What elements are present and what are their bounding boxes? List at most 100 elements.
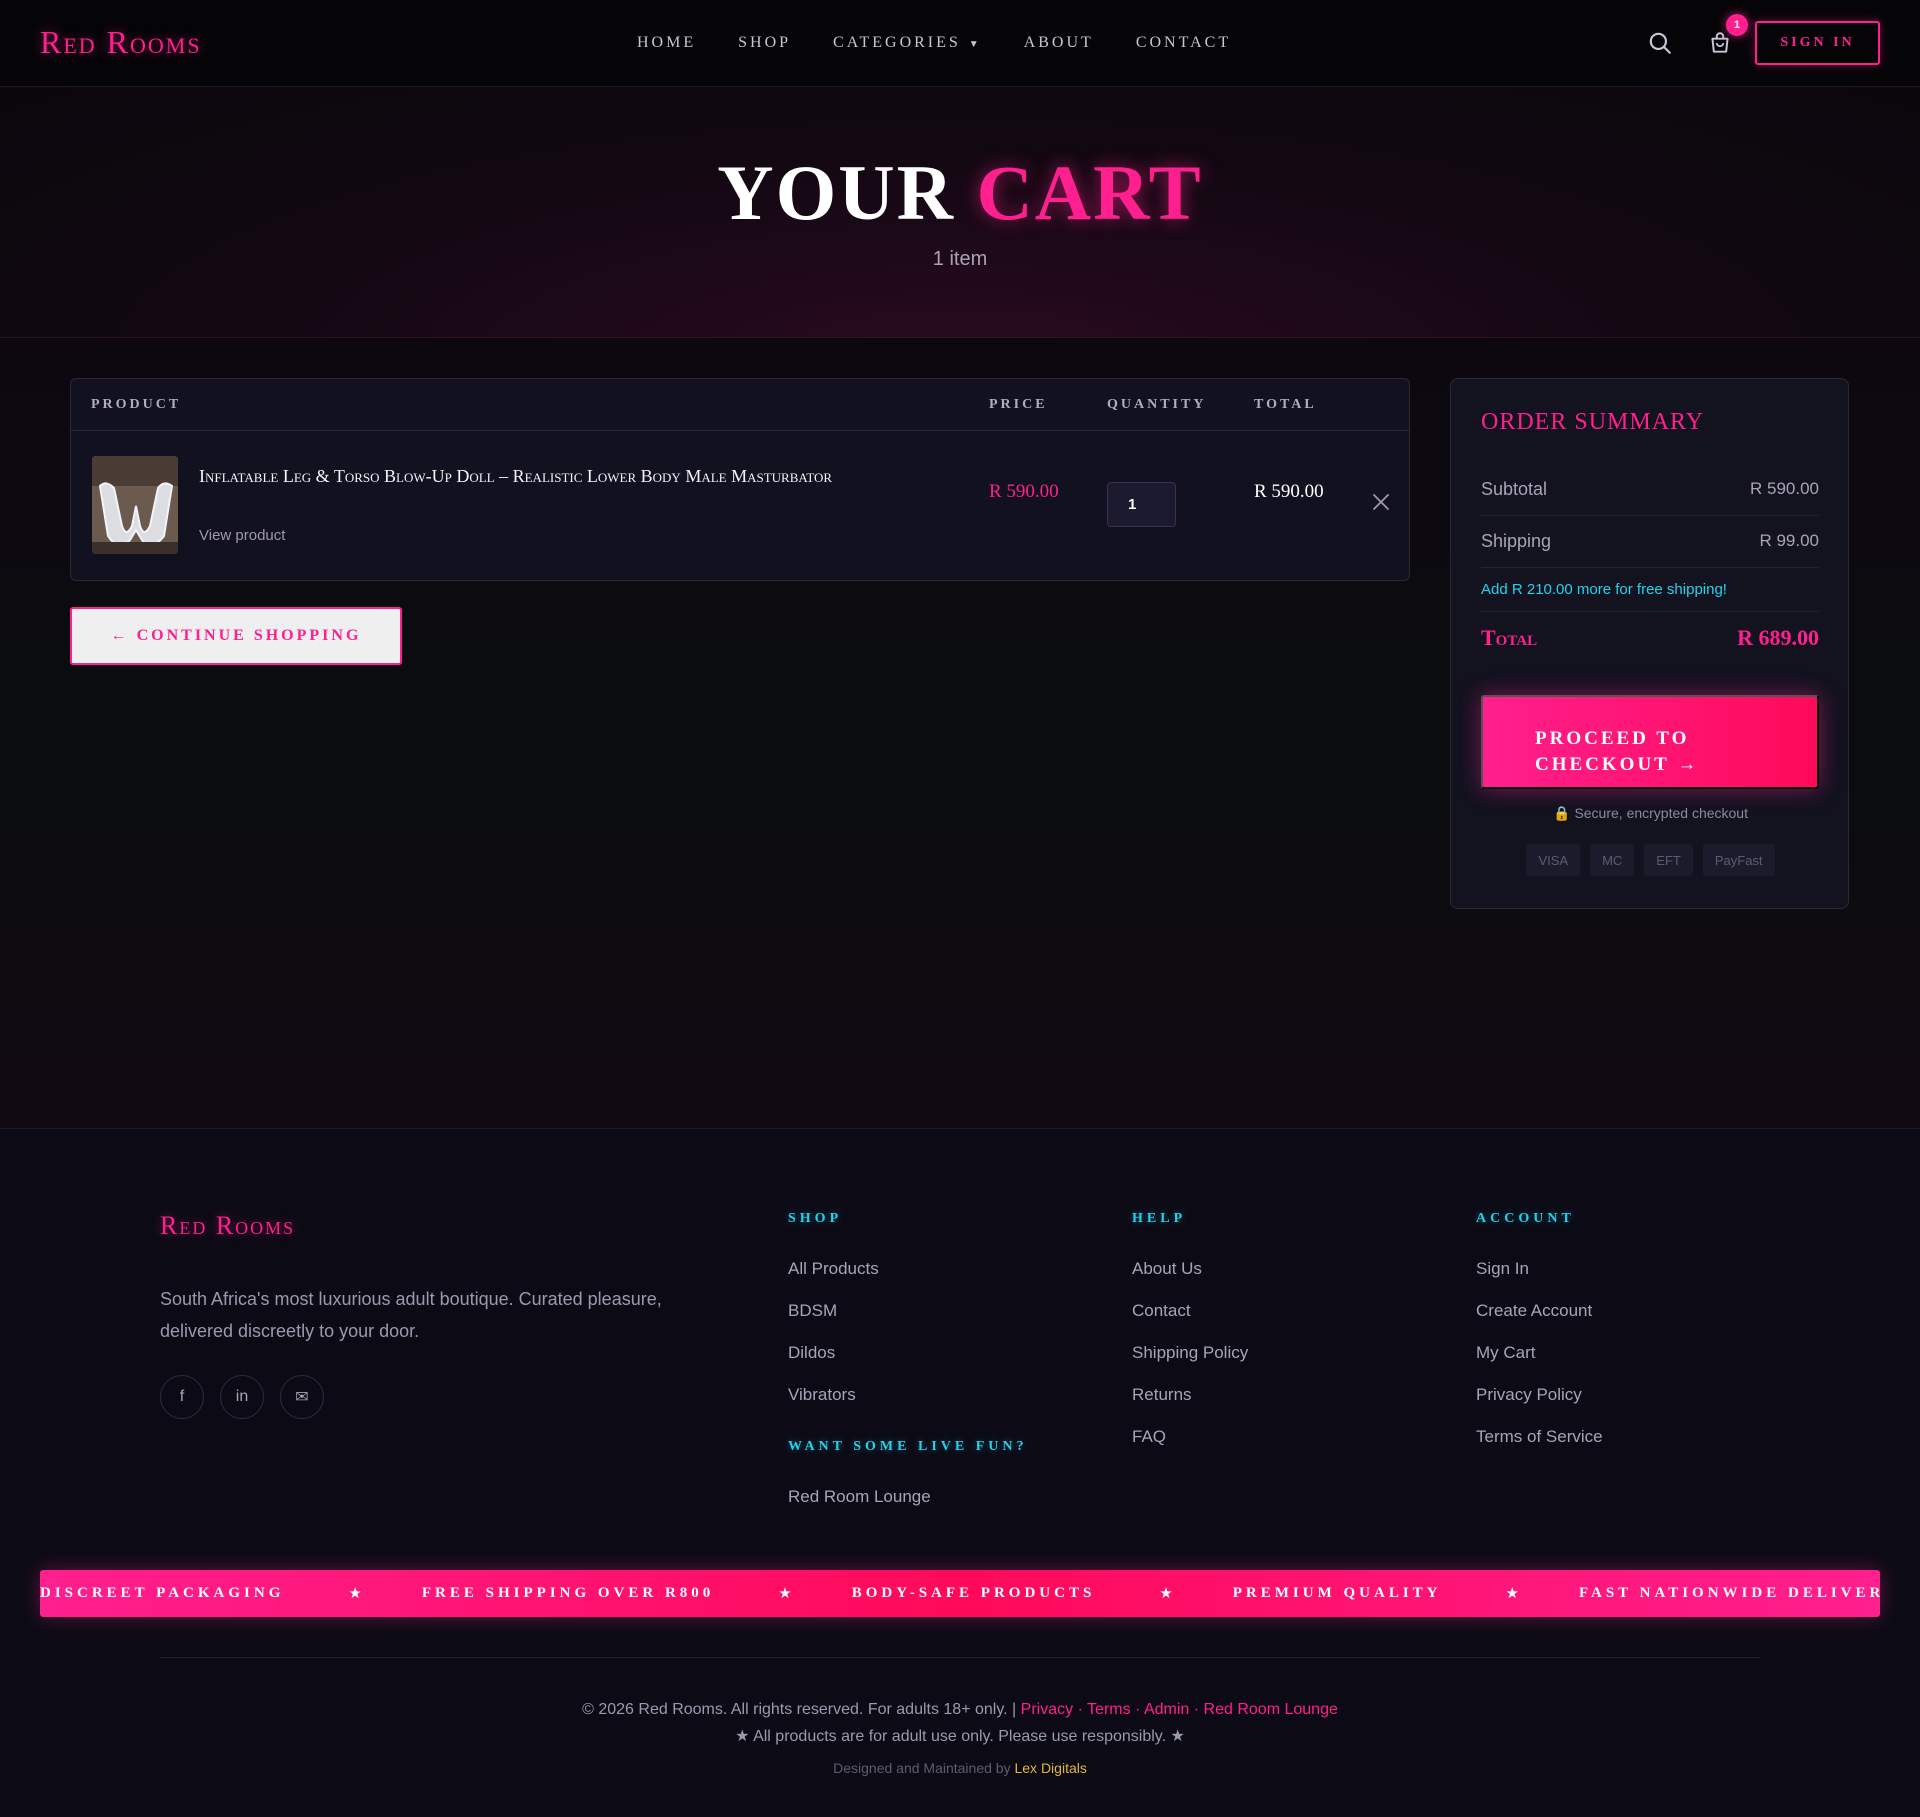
page-title: YOUR CART xyxy=(0,148,1920,238)
footer-heading-help: HELP xyxy=(1132,1211,1187,1226)
lock-icon: 🔒 xyxy=(1553,805,1571,821)
order-summary: Order Summary Subtotal R 590.00 Shipping… xyxy=(1450,378,1849,909)
footer-heading-account: ACCOUNT xyxy=(1476,1211,1575,1226)
payment-badge-eft: EFT xyxy=(1644,844,1693,876)
marquee-item: PREMIUM QUALITY xyxy=(1232,1584,1442,1601)
email-icon[interactable]: ✉ xyxy=(280,1375,324,1419)
linkedin-icon[interactable]: in xyxy=(220,1375,264,1419)
footer-link-privacy-policy[interactable]: Privacy Policy xyxy=(1476,1385,1582,1405)
marquee-item: BODY-SAFE PRODUCTS xyxy=(851,1584,1096,1601)
footer-link-all-products[interactable]: All Products xyxy=(788,1259,879,1279)
subtotal-label: Subtotal xyxy=(1481,479,1548,499)
footer-link-create-account[interactable]: Create Account xyxy=(1476,1301,1592,1321)
quantity-input[interactable] xyxy=(1107,482,1176,527)
footer-link-bdsm[interactable]: BDSM xyxy=(788,1301,837,1321)
sign-in-button[interactable]: SIGN IN xyxy=(1755,21,1880,65)
footer-link-sign-in[interactable]: Sign In xyxy=(1476,1259,1529,1279)
cart-main: PRODUCT PRICE QUANTITY TOTAL Inflatable … xyxy=(0,338,1920,1128)
shipping-value: R 99.00 xyxy=(1759,531,1819,550)
order-summary-title: Order Summary xyxy=(1481,409,1705,435)
copyright-text: © 2026 Red Rooms. All rights reserved. F… xyxy=(582,1701,1017,1718)
nav-home[interactable]: HOME xyxy=(637,34,696,52)
footer-link-my-cart[interactable]: My Cart xyxy=(1476,1343,1536,1363)
page-hero: YOUR CART 1 item xyxy=(0,88,1920,338)
footer-logo[interactable]: Red Rooms xyxy=(160,1211,295,1241)
designed-by-line: Designed and Maintained by Lex Digitals xyxy=(0,1760,1920,1776)
column-header-total: TOTAL xyxy=(1254,397,1317,412)
summary-divider xyxy=(1481,567,1819,568)
product-image xyxy=(92,456,178,554)
legal-separator: · xyxy=(1135,1701,1141,1718)
footer-link-contact[interactable]: Contact xyxy=(1132,1301,1191,1321)
legal-link-privacy[interactable]: Privacy xyxy=(1021,1701,1073,1718)
footer-link-faq[interactable]: FAQ xyxy=(1132,1427,1166,1447)
legal-link-red-room-lounge[interactable]: Red Room Lounge xyxy=(1204,1701,1338,1718)
footer-link-vibrators[interactable]: Vibrators xyxy=(788,1385,856,1405)
table-header-divider xyxy=(71,430,1409,431)
continue-shopping-button[interactable]: ← CONTINUE SHOPPING xyxy=(70,607,402,665)
site-header: Red Rooms HOME SHOP CATEGORIES ▼ ABOUT CO… xyxy=(0,0,1920,87)
main-nav: HOME SHOP CATEGORIES ▼ ABOUT CONTACT xyxy=(637,34,1273,52)
site-logo[interactable]: Red Rooms xyxy=(40,24,202,61)
secure-checkout-text: Secure, encrypted checkout xyxy=(1574,805,1748,821)
star-icon: ★ xyxy=(778,1585,792,1602)
nav-shop[interactable]: SHOP xyxy=(738,34,791,52)
checkout-label-line1: PROCEED TO xyxy=(1535,728,1690,749)
payment-badge-mastercard: MC xyxy=(1590,844,1635,876)
nav-about[interactable]: ABOUT xyxy=(1024,34,1094,52)
marquee-item: FAST NATIONWIDE DELIVERY xyxy=(1578,1584,1880,1601)
cart-table: PRODUCT PRICE QUANTITY TOTAL Inflatable … xyxy=(70,378,1410,581)
legal-separator: · xyxy=(1193,1701,1200,1718)
footer-link-shipping-policy[interactable]: Shipping Policy xyxy=(1132,1343,1248,1363)
legal-link-admin[interactable]: Admin xyxy=(1144,1701,1189,1718)
summary-divider xyxy=(1481,611,1819,612)
marquee-item: DISCREET PACKAGING xyxy=(40,1584,285,1601)
legal-separator: · xyxy=(1077,1701,1083,1718)
shipping-label: Shipping xyxy=(1481,531,1552,551)
facebook-icon[interactable]: f xyxy=(160,1375,204,1419)
footer-link-dildos[interactable]: Dildos xyxy=(788,1343,835,1363)
nav-categories[interactable]: CATEGORIES ▼ xyxy=(833,34,982,52)
designed-by-text: Designed and Maintained by xyxy=(833,1760,1011,1776)
view-product-link[interactable]: View product xyxy=(199,527,285,544)
cart-count-badge: 1 xyxy=(1726,14,1748,36)
page-title-accent: CART xyxy=(976,149,1203,236)
column-header-product: PRODUCT xyxy=(91,397,182,412)
proceed-to-checkout-button[interactable]: PROCEED TO CHECKOUT → xyxy=(1481,695,1819,789)
payment-badge-payfast: PayFast xyxy=(1702,844,1775,876)
star-icon: ★ xyxy=(1505,1585,1519,1602)
cart-item-count: 1 item xyxy=(932,248,988,270)
site-footer: Red Rooms South Africa's most luxurious … xyxy=(0,1128,1920,1817)
legal-link-terms[interactable]: Terms xyxy=(1087,1701,1131,1718)
page-title-plain: YOUR xyxy=(717,149,955,236)
summary-divider xyxy=(1481,515,1819,516)
footer-link-red-room-lounge[interactable]: Red Room Lounge xyxy=(788,1487,931,1507)
footer-description: South Africa's most luxurious adult bout… xyxy=(160,1289,662,1341)
star-icon: ★ xyxy=(348,1585,362,1602)
total-label: Total xyxy=(1481,625,1538,650)
search-icon[interactable] xyxy=(1647,30,1673,56)
free-shipping-note: Add R 210.00 more for free shipping! xyxy=(1481,581,1727,598)
footer-link-terms-of-service[interactable]: Terms of Service xyxy=(1476,1427,1603,1447)
adult-use-note: ★ All products are for adult use only. P… xyxy=(735,1728,1185,1745)
total-value: R 689.00 xyxy=(1737,625,1819,650)
payment-methods: VISA MC EFT PayFast xyxy=(1451,844,1850,876)
footer-link-about-us[interactable]: About Us xyxy=(1132,1259,1202,1279)
star-icon: ★ xyxy=(1159,1585,1173,1602)
secure-checkout-note: 🔒 Secure, encrypted checkout xyxy=(1451,805,1850,822)
product-thumbnail[interactable] xyxy=(92,456,178,554)
nav-contact[interactable]: CONTACT xyxy=(1136,34,1231,52)
cart-icon[interactable] xyxy=(1707,30,1733,56)
feature-marquee: DISCREET PACKAGING ★ FREE SHIPPING OVER … xyxy=(40,1570,1880,1617)
shipping-row: Shipping R 99.00 xyxy=(1481,531,1819,552)
footer-link-returns[interactable]: Returns xyxy=(1132,1385,1192,1405)
product-name[interactable]: Inflatable Leg & Torso Blow-Up Doll – Re… xyxy=(199,463,879,490)
item-total: R 590.00 xyxy=(1254,481,1324,502)
designer-link[interactable]: Lex Digitals xyxy=(1014,1760,1086,1776)
column-header-quantity: QUANTITY xyxy=(1107,397,1207,412)
nav-categories-label: CATEGORIES xyxy=(833,34,961,51)
remove-item-close-icon[interactable] xyxy=(1371,492,1391,512)
column-header-price: PRICE xyxy=(989,397,1048,412)
copyright-line: © 2026 Red Rooms. All rights reserved. F… xyxy=(0,1701,1920,1719)
subtotal-value: R 590.00 xyxy=(1750,479,1819,498)
